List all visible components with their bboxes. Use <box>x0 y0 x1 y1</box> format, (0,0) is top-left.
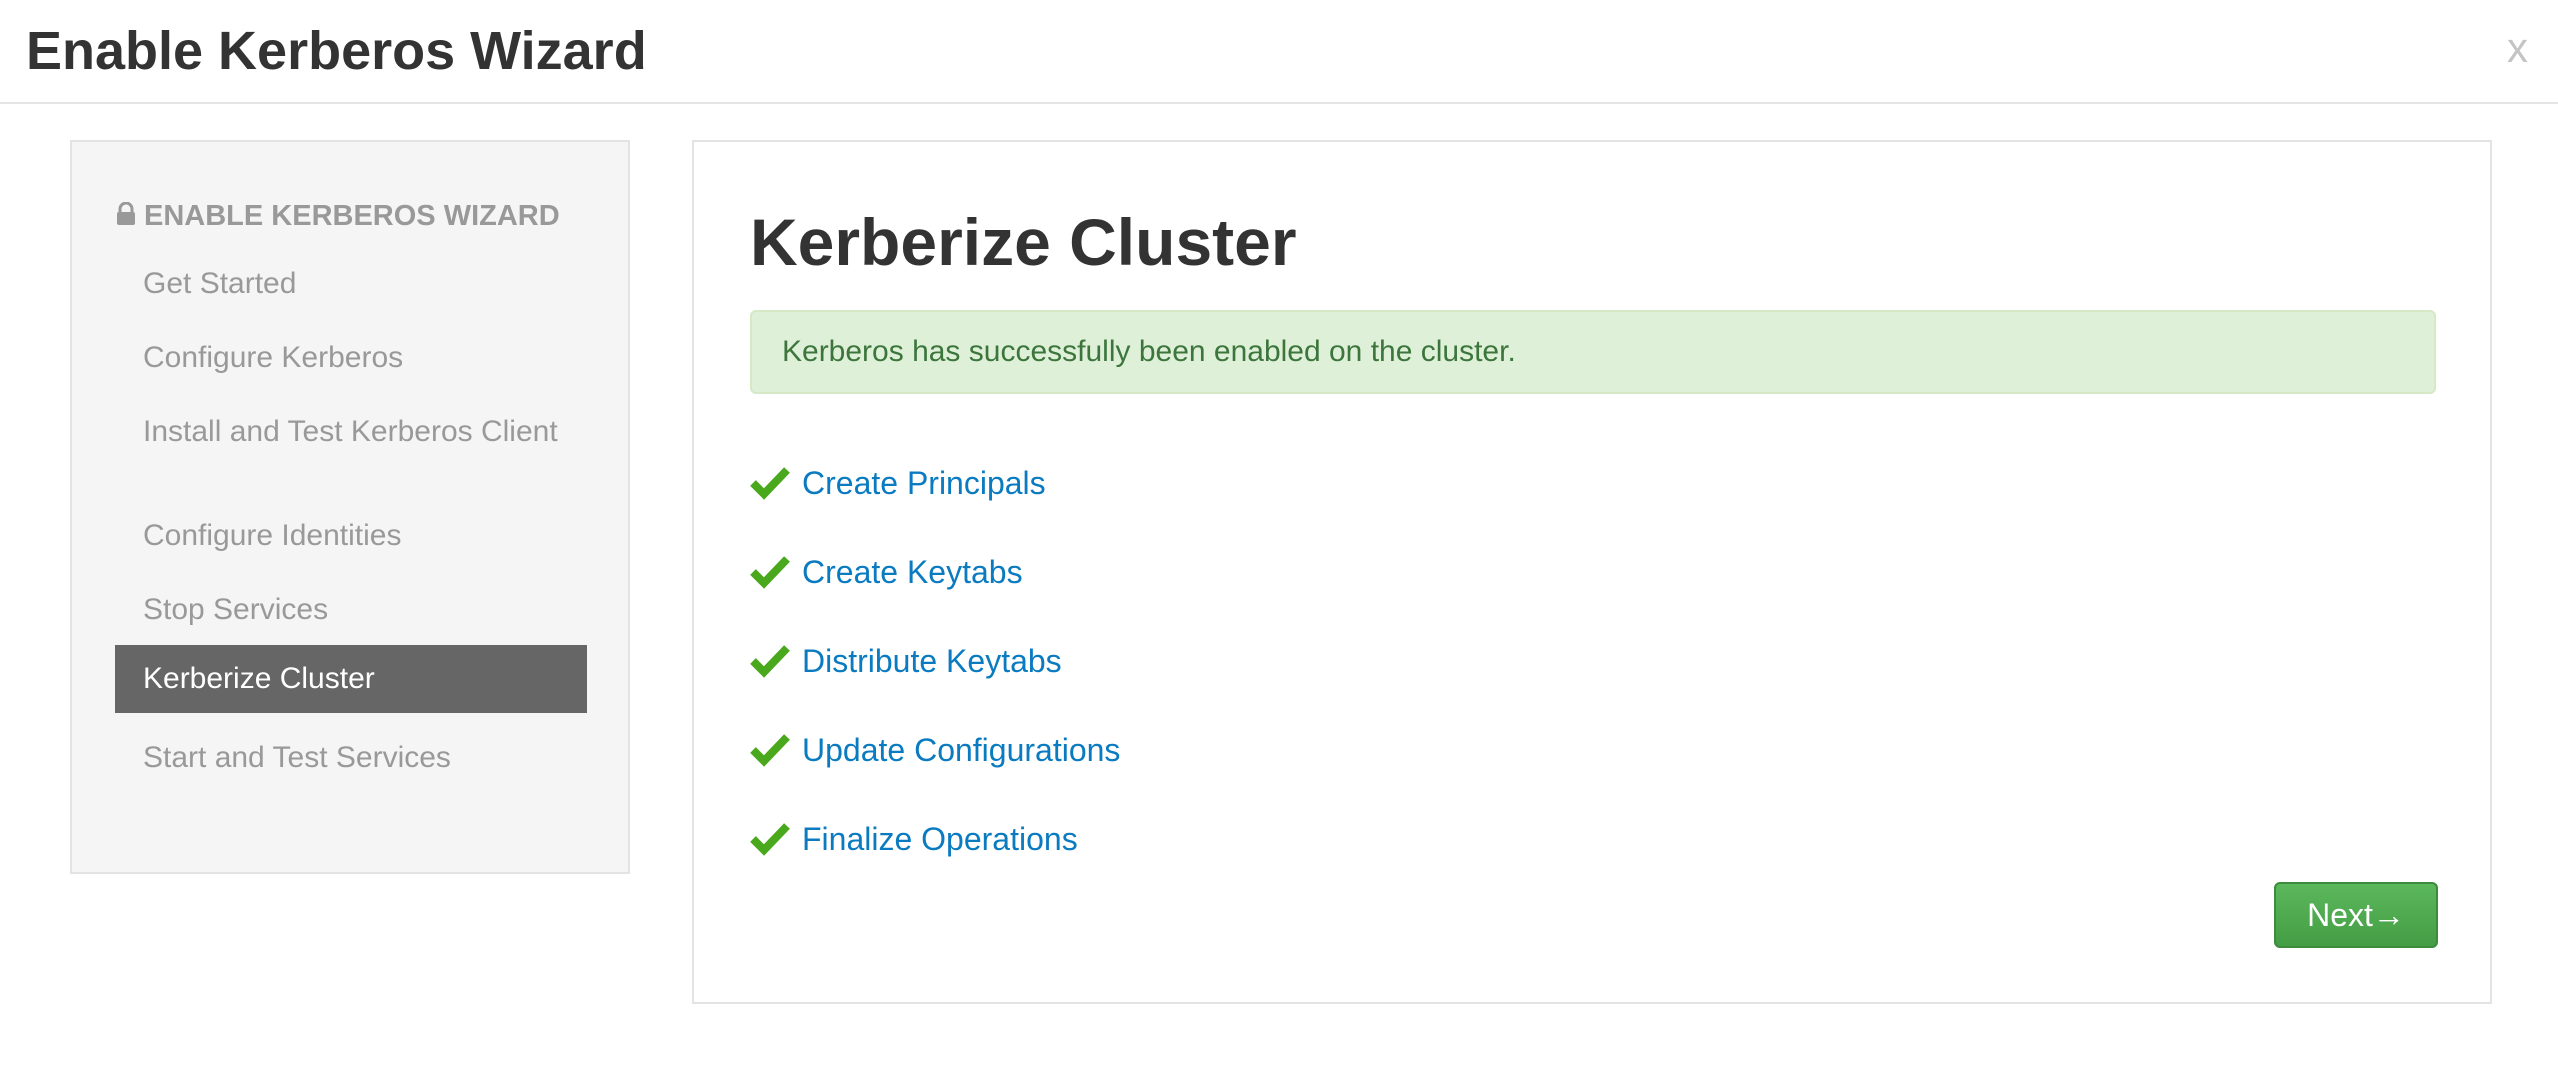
close-icon[interactable]: x <box>2507 20 2528 76</box>
sidebar-item-kerberize-cluster[interactable]: Kerberize Cluster <box>115 645 587 713</box>
check-icon <box>750 556 790 589</box>
sidebar-item-get-started[interactable]: Get Started <box>115 268 587 299</box>
wizard-content: Kerberize Cluster Kerberos has successfu… <box>692 140 2492 1004</box>
step-create-keytabs: Create Keytabs <box>750 547 1023 597</box>
sidebar-item-configure-kerberos[interactable]: Configure Kerberos <box>115 342 587 373</box>
step-finalize-operations: Finalize Operations <box>750 814 1078 864</box>
step-link-update-configurations[interactable]: Update Configurations <box>802 730 1120 770</box>
check-icon <box>750 645 790 678</box>
step-link-create-principals[interactable]: Create Principals <box>802 463 1046 503</box>
sidebar-item-label: Install and Test Kerberos Client <box>143 415 558 448</box>
sidebar-header: ENABLE KERBEROS WIZARD <box>116 196 560 236</box>
sidebar-item-label: Configure Kerberos <box>143 341 404 374</box>
wizard-sidebar: ENABLE KERBEROS WIZARD Get Started Confi… <box>70 140 630 874</box>
sidebar-item-install-test-client[interactable]: Install and Test Kerberos Client <box>115 416 587 447</box>
lock-icon <box>117 202 135 225</box>
step-link-create-keytabs[interactable]: Create Keytabs <box>802 552 1023 592</box>
modal-title: Enable Kerberos Wizard <box>26 21 647 81</box>
page-title: Kerberize Cluster <box>750 205 1297 279</box>
sidebar-item-start-test-services[interactable]: Start and Test Services <box>115 742 587 773</box>
step-link-finalize-operations[interactable]: Finalize Operations <box>802 819 1078 859</box>
modal-header: Enable Kerberos Wizard x <box>0 0 2558 104</box>
step-link-distribute-keytabs[interactable]: Distribute Keytabs <box>802 641 1062 681</box>
enable-kerberos-modal: Enable Kerberos Wizard x ENABLE KERBEROS… <box>0 0 2558 1074</box>
step-distribute-keytabs: Distribute Keytabs <box>750 636 1062 686</box>
success-alert: Kerberos has successfully been enabled o… <box>750 310 2436 394</box>
sidebar-item-label: Configure Identities <box>143 519 402 552</box>
sidebar-item-stop-services[interactable]: Stop Services <box>115 594 587 625</box>
sidebar-header-label: ENABLE KERBEROS WIZARD <box>144 200 560 232</box>
sidebar-item-label: Kerberize Cluster <box>143 662 375 695</box>
step-create-principals: Create Principals <box>750 458 1046 508</box>
sidebar-item-label: Stop Services <box>143 593 329 626</box>
next-button[interactable]: Next→ <box>2274 882 2438 948</box>
check-icon <box>750 467 790 500</box>
step-update-configurations: Update Configurations <box>750 725 1120 775</box>
check-icon <box>750 823 790 856</box>
check-icon <box>750 734 790 767</box>
sidebar-item-label: Get Started <box>143 267 297 300</box>
sidebar-item-label: Start and Test Services <box>143 741 451 774</box>
sidebar-item-configure-identities[interactable]: Configure Identities <box>115 520 587 551</box>
